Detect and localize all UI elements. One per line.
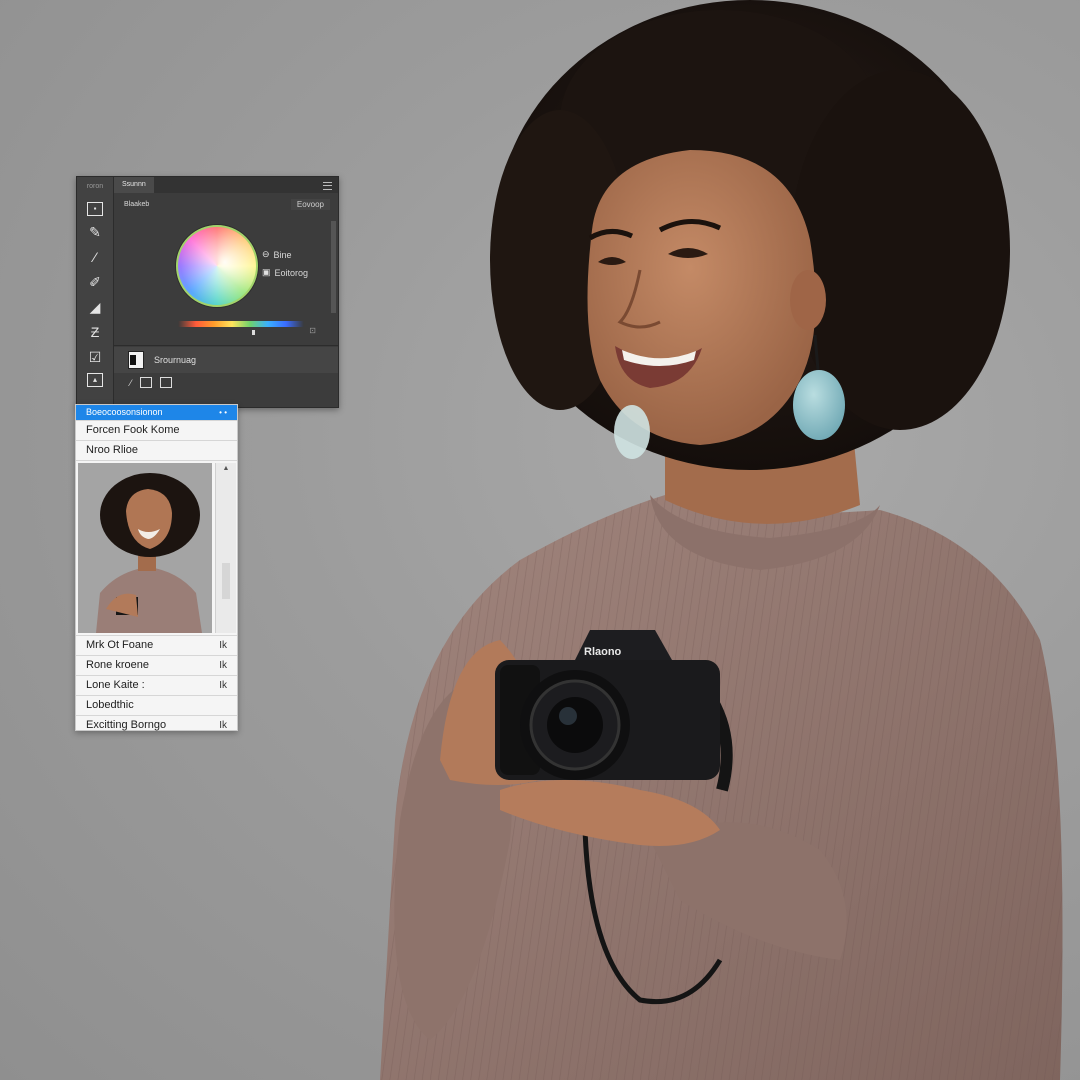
context-menu: Boeocoosonsionon • • Forcen Fook Kome Nr… — [75, 404, 238, 731]
color-spectrum-slider[interactable] — [178, 321, 304, 327]
scroll-up-icon[interactable]: ▲ — [216, 465, 236, 472]
panel-divider — [114, 345, 338, 346]
panel-menu-icon[interactable] — [323, 182, 332, 190]
editor-panel: roron ▪ ✎ ⁄ ✐ ◢ Ƶ ☑ ▴ Ssunnn Blaakeb Eov… — [76, 176, 339, 408]
menu-item[interactable]: Lone Kaite : Ik — [76, 676, 237, 696]
menu-item[interactable]: Lobedthic — [76, 696, 237, 716]
check-tool-icon[interactable]: ☑ — [86, 348, 104, 366]
layer-name: Srournuag — [154, 355, 197, 365]
grid-icon: ▣ — [262, 267, 271, 277]
menu-item[interactable]: Forcen Fook Kome — [76, 421, 237, 441]
marquee-icon[interactable]: ▪ — [87, 202, 103, 216]
panel-subbar: Blaakeb Eovoop — [114, 193, 338, 215]
tools-toolbar: roron ▪ ✎ ⁄ ✐ ◢ Ƶ ☑ ▴ — [77, 177, 114, 407]
menu-item-label: Mrk Ot Foane — [86, 639, 154, 651]
add-mask-icon[interactable] — [139, 377, 152, 388]
tab-color[interactable]: Ssunnn — [114, 177, 154, 193]
toolbar-header: roron — [86, 183, 104, 190]
panel-sub-label: Blaakeb — [124, 200, 150, 208]
panel-bottom-tools: ⁄ — [130, 377, 172, 388]
menu-item-highlighted[interactable]: Boeocoosonsionon • • — [76, 405, 237, 421]
preview-thumbnail[interactable] — [78, 463, 212, 633]
scroll-thumb[interactable] — [222, 563, 230, 599]
pen-icon[interactable]: ✎ — [86, 223, 104, 241]
menu-item-label: Excitting Borngo — [86, 719, 167, 731]
image-preview-area: ▲ — [76, 463, 237, 636]
link-layers-icon[interactable]: ⁄ — [130, 378, 132, 388]
option-2-label: Eoitorog — [274, 267, 309, 278]
preview-scrollbar[interactable]: ▲ — [215, 463, 236, 633]
path-icon[interactable]: Ƶ — [86, 323, 104, 341]
menu-item-shortcut: Ik — [219, 640, 227, 651]
pencil-icon[interactable]: ✐ — [86, 273, 104, 291]
earring-left — [614, 405, 650, 459]
color-wheel[interactable] — [176, 225, 258, 307]
menu-item[interactable]: Rone kroene Ik — [76, 656, 237, 676]
menu-item[interactable]: Nroo Rlioe — [76, 441, 237, 461]
camera-brand-label: Rlaono — [584, 646, 622, 658]
menu-highlight-label: Boeocoosonsionon — [86, 407, 163, 417]
spectrum-reset-icon[interactable]: ⊡ — [309, 326, 316, 335]
new-layer-icon[interactable] — [159, 377, 172, 388]
menu-item[interactable]: Excitting Borngo Ik — [76, 716, 237, 735]
spectrum-marker[interactable] — [252, 330, 255, 335]
menu-item-label: Lobedthic — [86, 699, 134, 711]
brush-icon[interactable]: ⁄ — [86, 248, 104, 266]
panel-scrollbar[interactable] — [331, 221, 336, 313]
menu-item-shortcut: Ik — [219, 660, 227, 671]
option-row-1[interactable]: ⊖ Bine — [262, 249, 292, 260]
layer-row[interactable]: Srournuag — [114, 347, 338, 373]
menu-item-shortcut: Ik — [219, 720, 227, 731]
menu-highlight-dots: • • — [219, 408, 227, 417]
panel-tabbar: Ssunnn — [114, 177, 338, 193]
menu-item-shortcut: Ik — [219, 680, 227, 691]
option-1-label: Bine — [273, 249, 292, 260]
menu-item-label: Rone kroene — [86, 659, 149, 671]
menu-item[interactable]: Mrk Ot Foane Ik — [76, 636, 237, 656]
layer-thumbnail — [128, 351, 144, 369]
earring-right — [793, 370, 845, 440]
transform-icon[interactable]: ▴ — [87, 373, 103, 387]
menu-item-label: Lone Kaite : — [86, 679, 145, 691]
eraser-icon[interactable]: ◢ — [86, 298, 104, 316]
option-row-2[interactable]: ▣ Eoitorog — [262, 267, 308, 278]
link-icon: ⊖ — [262, 249, 270, 259]
face — [587, 150, 816, 445]
color-panel: Ssunnn Blaakeb Eovoop ⊖ Bine ▣ Eoitorog … — [114, 177, 338, 407]
panel-sub-dropdown[interactable]: Eovoop — [290, 198, 330, 210]
